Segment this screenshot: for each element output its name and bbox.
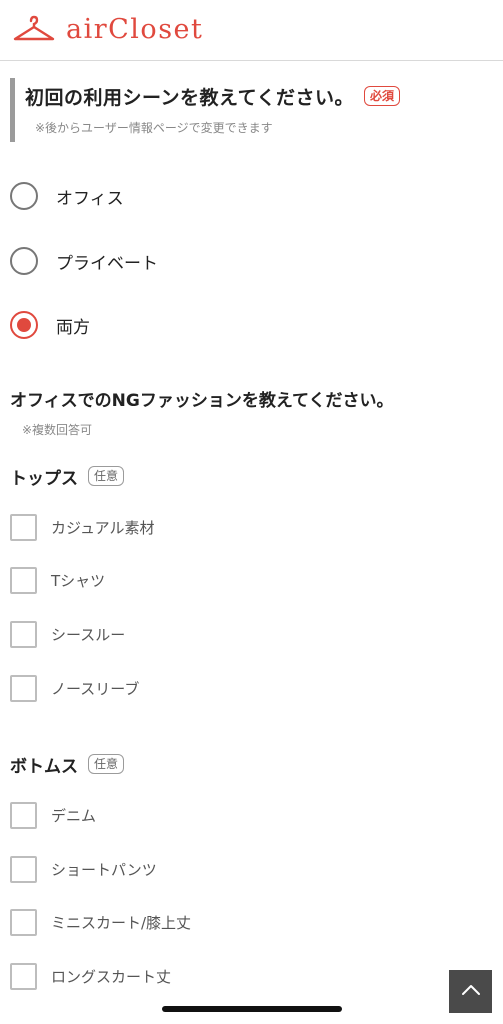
radio-label: プライベート [56, 253, 158, 274]
checkbox[interactable] [10, 908, 37, 936]
checkbox-option-denim[interactable]: デニム [10, 801, 96, 829]
question-title: 初回の利用シーンを教えてください。 [25, 86, 355, 109]
radio-option-private[interactable]: プライベート [10, 246, 158, 276]
question-note: ※複数回答可 [22, 423, 93, 437]
scroll-to-top-button[interactable] [449, 970, 492, 1013]
checkbox[interactable] [10, 855, 37, 883]
section-tops: トップス 任意 [10, 464, 125, 489]
checkbox[interactable] [10, 801, 37, 829]
checkbox[interactable] [10, 620, 37, 648]
checkbox-option-casual-material[interactable]: カジュアル素材 [10, 513, 155, 541]
checkbox[interactable] [10, 566, 37, 594]
checkbox-option-short-pants[interactable]: ショートパンツ [10, 855, 157, 883]
radio-label: 両方 [56, 317, 90, 338]
checkbox-label: ミニスカート/膝上丈 [51, 913, 192, 932]
checkbox-label: シースルー [51, 625, 126, 644]
hanger-icon [12, 15, 56, 45]
checkbox-label: ロングスカート丈 [51, 967, 172, 986]
radio-button-selected[interactable] [10, 311, 38, 339]
app-header: airCloset [0, 0, 503, 61]
checkbox-option-mini-skirt[interactable]: ミニスカート/膝上丈 [10, 908, 191, 936]
checkbox[interactable] [10, 674, 37, 702]
checkbox-option-long-skirt[interactable]: ロングスカート丈 [10, 962, 171, 990]
checkbox-option-see-through[interactable]: シースルー [10, 620, 125, 648]
section-title: ボトムス [10, 756, 78, 777]
optional-badge: 任意 [88, 754, 125, 774]
checkbox-label: カジュアル素材 [51, 518, 155, 537]
question-title: オフィスでのNGファッションを教えてください。 [10, 391, 394, 411]
question-usage-scene: 初回の利用シーンを教えてください。 必須 ※後からユーザー情報ページで変更できま… [10, 78, 490, 142]
logo[interactable]: airCloset [12, 12, 203, 48]
checkbox[interactable] [10, 962, 37, 990]
question-note: ※後からユーザー情報ページで変更できます [35, 121, 273, 135]
radio-option-office[interactable]: オフィス [10, 181, 124, 211]
checkbox-option-tshirt[interactable]: Tシャツ [10, 566, 105, 594]
section-title: トップス [10, 468, 78, 489]
optional-badge: 任意 [88, 466, 125, 486]
checkbox-label: ショートパンツ [51, 860, 157, 879]
checkbox[interactable] [10, 513, 37, 541]
radio-button[interactable] [10, 182, 38, 210]
section-bottoms: ボトムス 任意 [10, 752, 125, 777]
checkbox-label: ノースリーブ [51, 679, 140, 698]
chevron-up-icon [461, 982, 481, 1001]
radio-option-both[interactable]: 両方 [10, 310, 90, 340]
checkbox-option-sleeveless[interactable]: ノースリーブ [10, 674, 139, 702]
radio-label: オフィス [56, 188, 124, 209]
checkbox-label: デニム [51, 806, 97, 825]
radio-button[interactable] [10, 247, 38, 275]
checkbox-label: Tシャツ [51, 571, 106, 590]
required-badge: 必須 [364, 86, 401, 106]
home-indicator [162, 1006, 342, 1012]
logo-text: airCloset [66, 14, 204, 45]
